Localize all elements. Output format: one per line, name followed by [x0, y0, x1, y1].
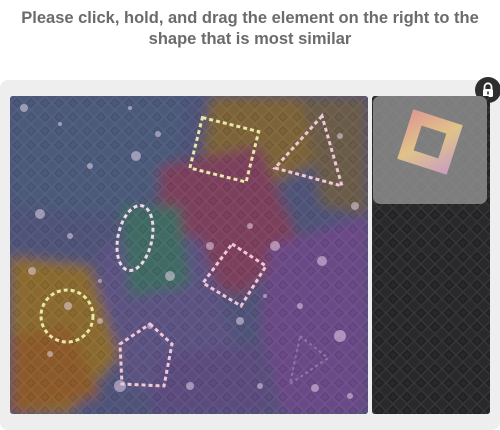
instruction-line-2: shape that is most similar — [148, 30, 352, 48]
instruction-line-1: Please click, hold, and drag the element… — [21, 9, 479, 27]
square-ring-shape — [397, 109, 463, 175]
draggable-square-ring-piece[interactable] — [373, 96, 487, 204]
puzzle-canvas[interactable] — [10, 96, 368, 414]
captcha-instruction: Please click, hold, and drag the element… — [0, 8, 500, 50]
